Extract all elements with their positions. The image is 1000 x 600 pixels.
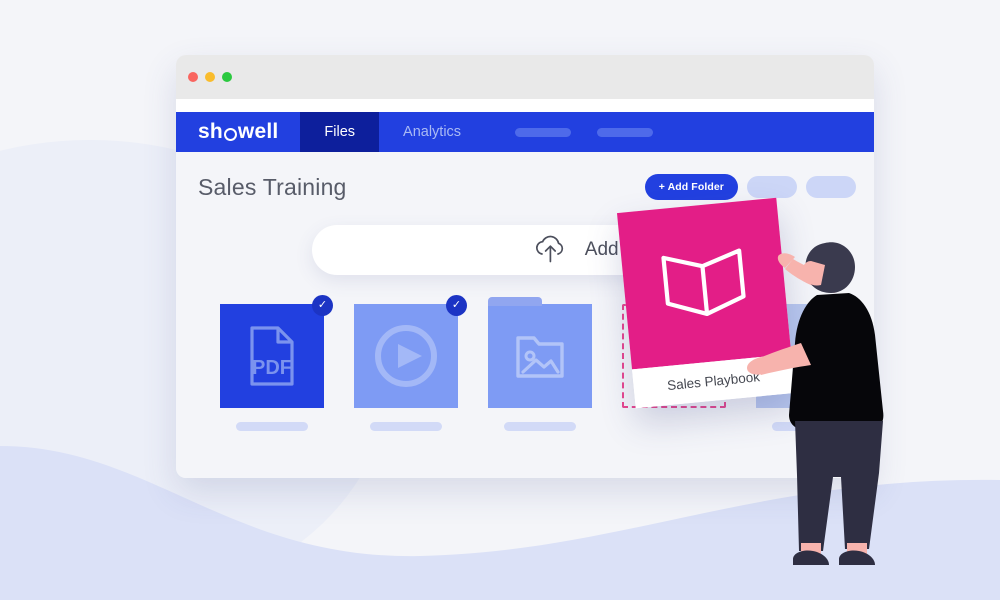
pdf-selected-check-icon[interactable]: ✓: [312, 295, 333, 316]
trousers-shape: [795, 421, 883, 551]
showell-logo[interactable]: sh well: [176, 112, 300, 152]
lower-hand-shape: [747, 357, 763, 375]
tab-files[interactable]: Files: [300, 112, 380, 152]
logo-text-before: sh: [198, 120, 223, 143]
page-title: Sales Training: [198, 174, 347, 200]
folder-tab-icon: [488, 297, 542, 306]
window-titlebar: [176, 55, 874, 99]
navbar-placeholder-pill[interactable]: [515, 127, 572, 137]
logo-text-after: well: [237, 120, 279, 143]
image-folder-name-placeholder: [504, 422, 576, 431]
navbar-placeholder-pill[interactable]: [597, 127, 654, 137]
image-folder-thumbnail: [488, 297, 592, 408]
app-navbar: sh well Files Analytics: [176, 112, 874, 152]
logo-circle-o-icon: [223, 127, 237, 141]
cloud-upload-icon: [535, 235, 563, 263]
person-illustration: [747, 242, 884, 565]
navbar-placeholder-group: [485, 112, 654, 152]
svg-text:PDF: PDF: [252, 357, 292, 379]
play-circle-icon: [375, 325, 437, 387]
image-folder-icon: [516, 336, 564, 378]
pdf-file-name-placeholder: [236, 422, 308, 431]
toolbar-placeholder-pill[interactable]: [806, 176, 856, 198]
video-selected-check-icon[interactable]: ✓: [446, 295, 467, 316]
toolbar-placeholder-pill[interactable]: [747, 176, 797, 198]
maximize-window-icon[interactable]: [222, 72, 232, 82]
close-window-icon[interactable]: [188, 72, 198, 82]
pdf-document-icon: PDF: [250, 326, 294, 386]
tab-files-label: Files: [324, 124, 356, 140]
add-folder-button[interactable]: + Add Folder: [644, 174, 738, 200]
pdf-file-card[interactable]: PDF ✓: [220, 295, 333, 431]
open-book-icon: [661, 247, 746, 316]
right-shoe-shape: [839, 550, 875, 565]
pdf-file-thumbnail: PDF ✓: [220, 295, 333, 408]
check-glyph: ✓: [317, 299, 328, 311]
video-file-name-placeholder: [370, 422, 442, 431]
minimize-window-icon[interactable]: [205, 72, 215, 82]
image-folder-card[interactable]: [488, 297, 592, 431]
video-file-card[interactable]: ✓: [354, 295, 467, 431]
tab-analytics-label: Analytics: [403, 124, 462, 140]
video-file-thumbnail: ✓: [354, 295, 467, 408]
content-toolbar: + Add Folder: [644, 174, 856, 200]
tab-analytics[interactable]: Analytics: [379, 112, 485, 152]
screenshot-root: sh well Files Analytics Sales Training + …: [0, 0, 1000, 600]
titlebar-divider: [176, 99, 874, 112]
check-glyph: ✓: [451, 299, 462, 311]
left-shoe-shape: [793, 550, 829, 565]
